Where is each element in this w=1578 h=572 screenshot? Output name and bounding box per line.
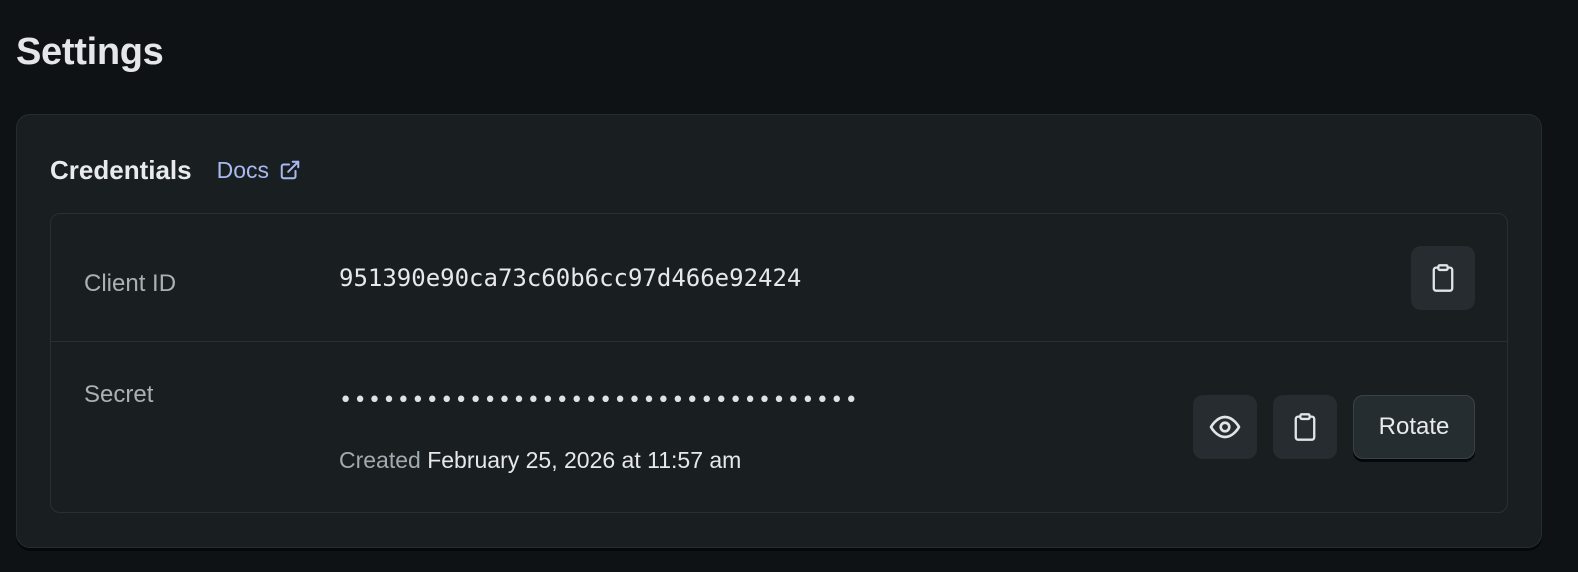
copy-secret-button[interactable] — [1273, 395, 1337, 459]
created-prefix: Created — [339, 447, 421, 473]
created-date: February 25, 2026 at 11:57 am — [427, 447, 742, 473]
credentials-table: Client ID 951390e90ca73c60b6cc97d466e924… — [50, 213, 1508, 513]
client-id-row: Client ID 951390e90ca73c60b6cc97d466e924… — [51, 214, 1507, 342]
eye-icon — [1209, 415, 1241, 439]
external-link-icon — [280, 160, 300, 180]
docs-link[interactable]: Docs — [217, 157, 301, 184]
rotate-secret-button[interactable]: Rotate — [1353, 395, 1475, 459]
secret-created: Created February 25, 2026 at 11:57 am — [339, 447, 741, 474]
secret-masked-value: •••••••••••••••••••••••••••••••••••• — [339, 388, 860, 413]
secret-row: Secret •••••••••••••••••••••••••••••••••… — [51, 343, 1507, 512]
reveal-secret-button[interactable] — [1193, 395, 1257, 459]
docs-label: Docs — [216, 156, 270, 183]
copy-client-id-button[interactable] — [1411, 246, 1475, 310]
clipboard-icon — [1432, 264, 1454, 292]
client-id-label: Client ID — [84, 270, 177, 297]
credentials-card: Credentials Docs Client ID 951390e90ca73… — [16, 114, 1542, 548]
page-title: Settings — [16, 31, 164, 73]
client-id-value: 951390e90ca73c60b6cc97d466e92424 — [339, 264, 802, 292]
credentials-title: Credentials — [50, 154, 192, 185]
card-header: Credentials Docs — [50, 153, 301, 187]
clipboard-icon — [1294, 413, 1316, 441]
secret-label: Secret — [84, 381, 154, 408]
